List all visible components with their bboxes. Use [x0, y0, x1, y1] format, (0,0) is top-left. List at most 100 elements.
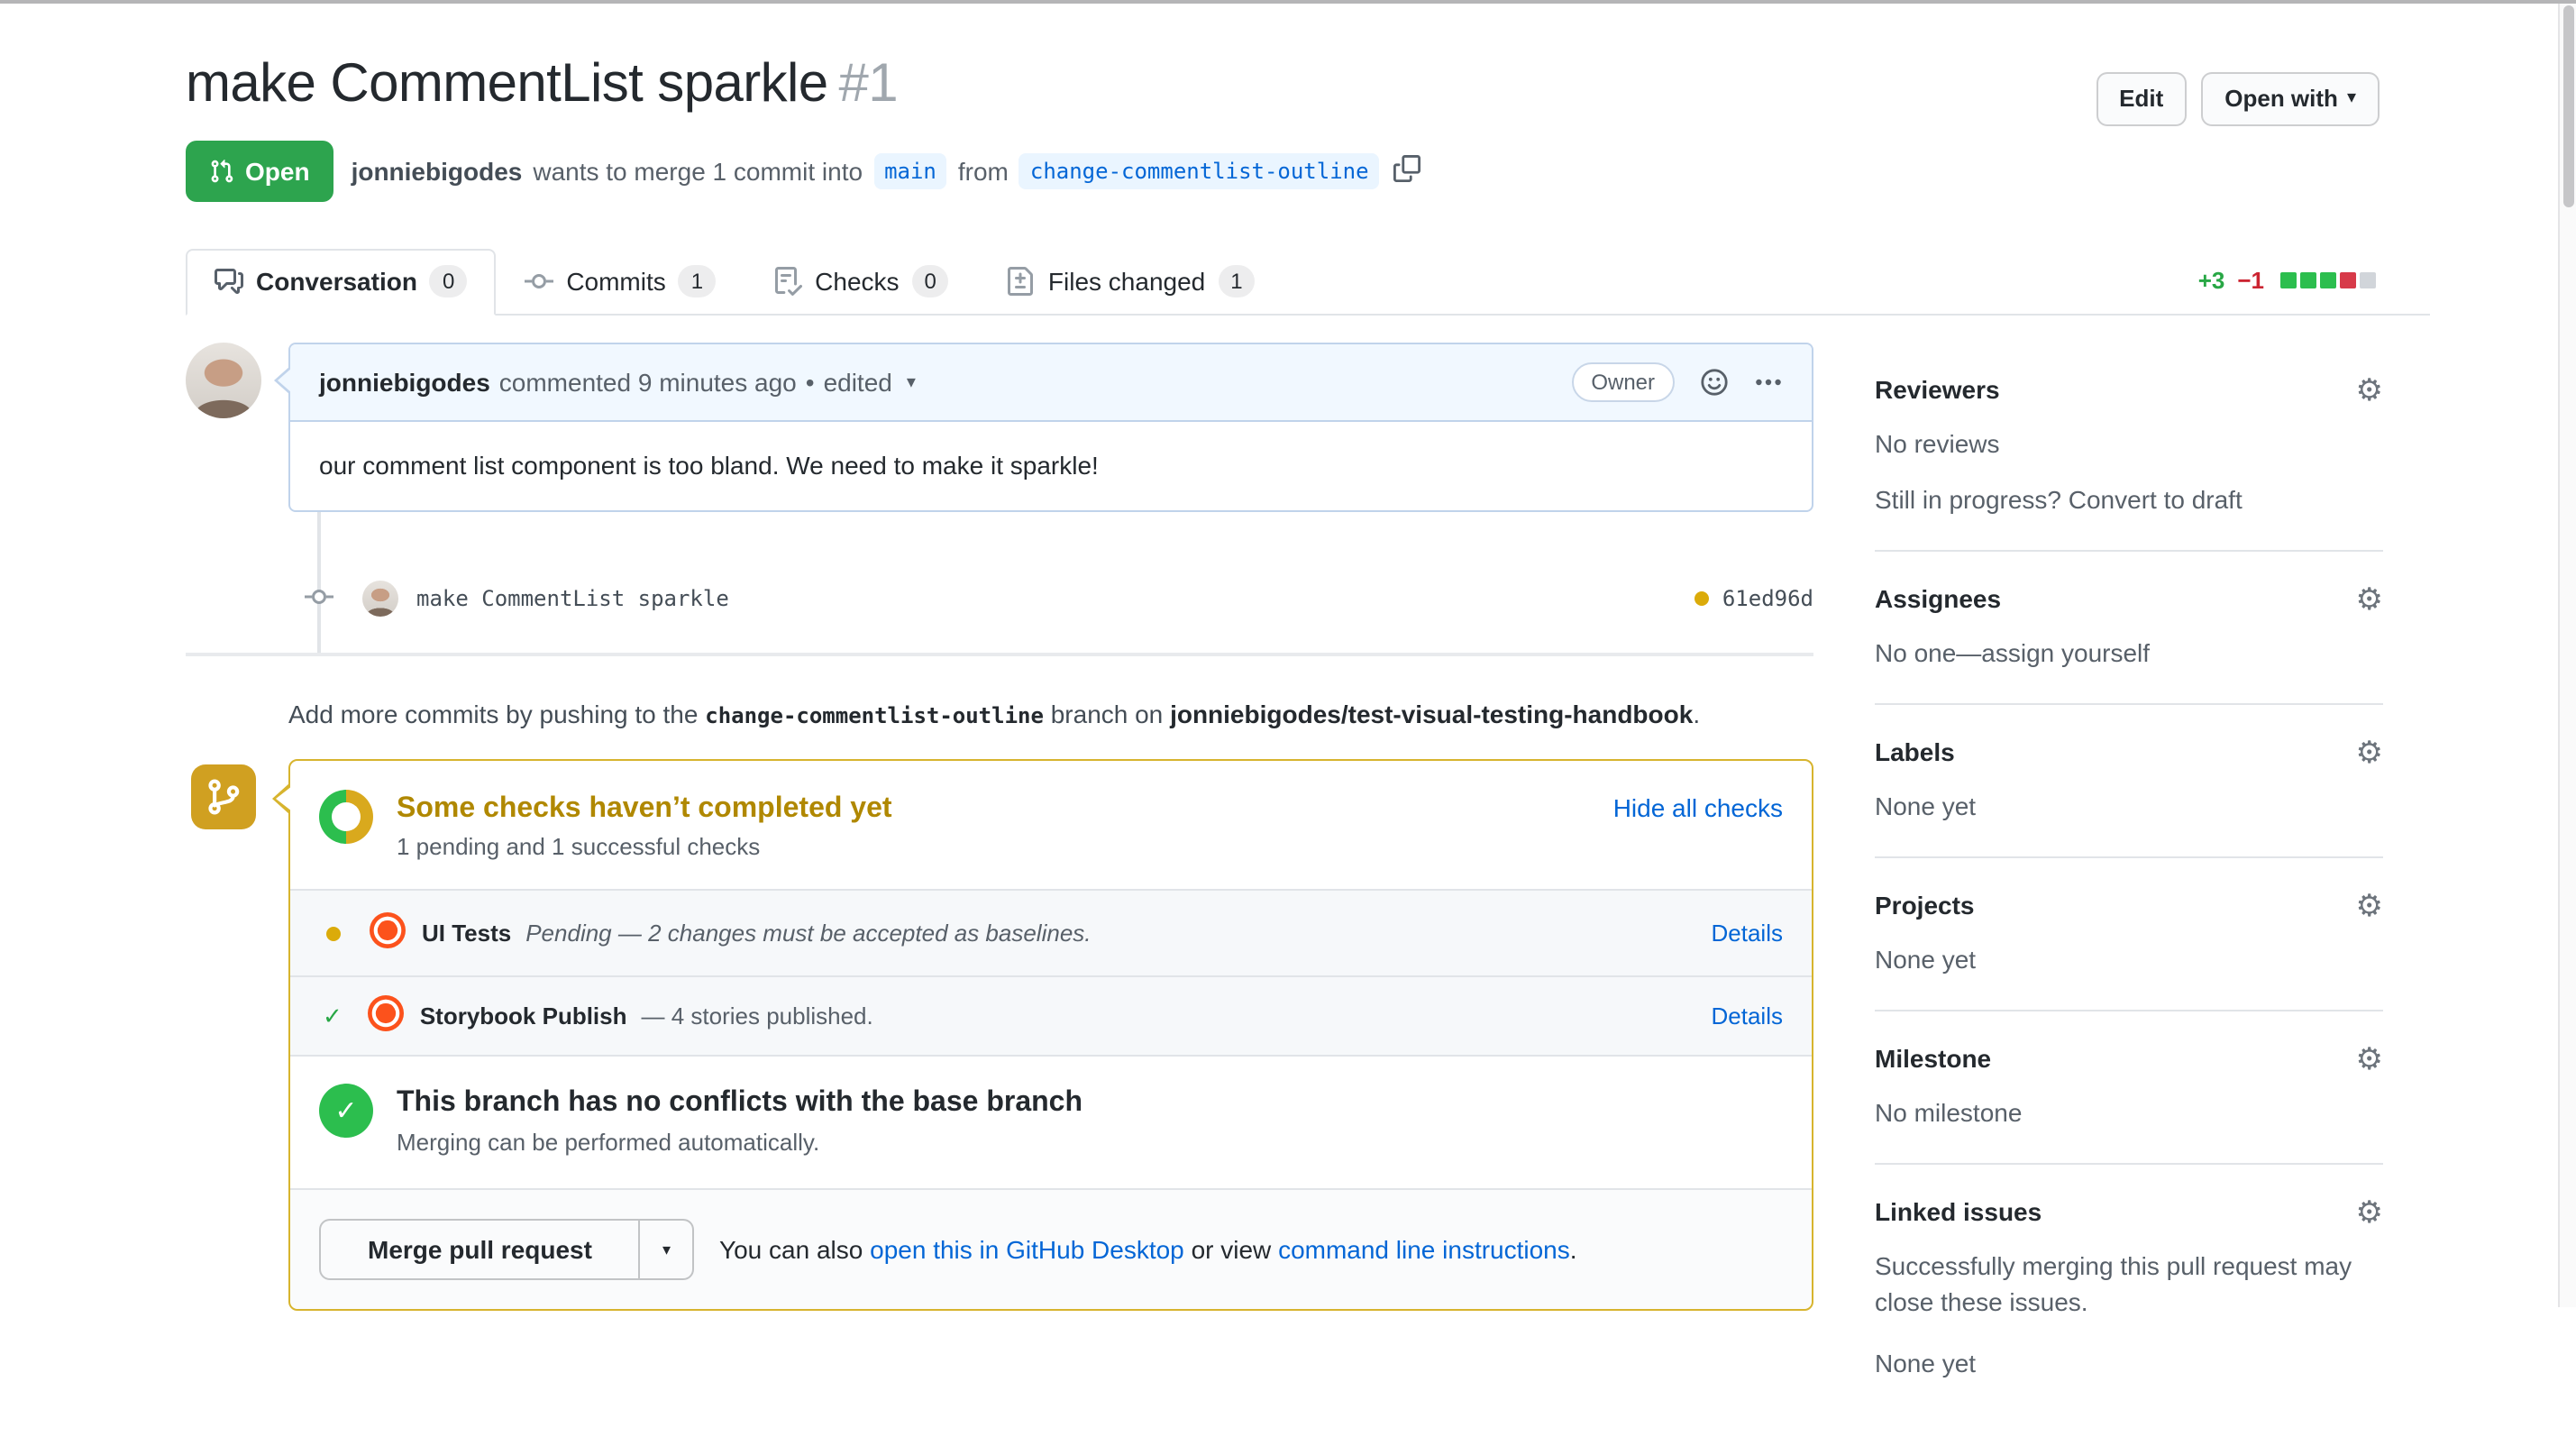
linked-issues-heading: Linked issues	[1875, 1197, 2042, 1226]
git-commit-icon	[525, 274, 554, 288]
pr-meta-row: Open jonniebigodes wants to merge 1 comm…	[186, 141, 1421, 202]
tab-files-label: Files changed	[1047, 267, 1206, 296]
edit-button[interactable]: Edit	[2096, 72, 2188, 126]
comment-caret-fill	[277, 368, 291, 393]
linked-issues-empty-text: None yet	[1875, 1349, 1977, 1377]
merge-button-group: Merge pull request ▾	[319, 1219, 694, 1280]
details-link-ui-tests[interactable]: Details	[1712, 920, 1784, 947]
reviewers-heading: Reviewers	[1875, 375, 2000, 404]
tab-commits-counter: 1	[678, 265, 717, 297]
check-row-ui-tests: UI Tests Pending — 2 changes must be acc…	[290, 889, 1812, 975]
check-glyph: ✓	[334, 1096, 358, 1127]
merge-box-caret-fill	[275, 785, 291, 810]
scrollbar[interactable]	[2558, 0, 2576, 1307]
file-diff-icon	[1008, 267, 1034, 296]
checks-subtitle: 1 pending and 1 successful checks	[397, 833, 761, 860]
pr-sidebar: Reviewers ⚙ No reviews Still in progress…	[1875, 375, 2383, 1446]
checks-progress-donut-icon	[319, 790, 373, 844]
tab-checks-counter: 0	[911, 265, 949, 297]
commit-pending-status-dot[interactable]	[1694, 591, 1710, 606]
pr-title-text: make CommentList sparkle	[186, 54, 828, 114]
push-hint-branch: change-commentlist-outline	[705, 703, 1044, 728]
git-pull-request-icon	[211, 160, 233, 183]
tab-commits[interactable]: Commits 1	[496, 249, 744, 314]
mergeability-title: This branch has no conflicts with the ba…	[397, 1087, 1083, 1118]
linked-issues-gear-icon[interactable]: ⚙	[2356, 1197, 2384, 1228]
sidebar-section-assignees: Assignees ⚙ No one—assign yourself	[1875, 584, 2383, 705]
comment-row: jonniebigodes commented 9 minutes ago • …	[186, 343, 1813, 512]
no-conflicts-check-icon: ✓	[319, 1084, 373, 1138]
check-name: UI Tests	[422, 920, 512, 947]
open-with-button[interactable]: Open with ▾	[2201, 72, 2380, 126]
commit-message-link[interactable]: make CommentList sparkle	[416, 586, 729, 611]
success-check-icon: ✓	[323, 1002, 343, 1029]
tab-conversation[interactable]: Conversation 0	[186, 249, 497, 316]
diffstat: +3 −1	[2198, 267, 2376, 294]
pr-tabnav: Conversation 0 Commits 1 Checks 0 Files …	[186, 249, 2430, 316]
comment-author[interactable]: jonniebigodes	[319, 363, 490, 401]
convert-to-draft-link[interactable]: Still in progress? Convert to draft	[1875, 481, 2383, 517]
commit-author-avatar[interactable]	[362, 581, 398, 617]
push-hint-middle: branch on	[1050, 700, 1164, 728]
edited-label[interactable]: edited	[824, 363, 892, 401]
checks-summary: Some checks haven’t completed yet 1 pend…	[290, 761, 1812, 889]
merge-options-dropdown[interactable]: ▾	[640, 1219, 694, 1280]
hide-all-checks-link[interactable]: Hide all checks	[1613, 790, 1783, 828]
check-name: Storybook Publish	[419, 1002, 627, 1030]
sidebar-heading: Labels ⚙	[1875, 737, 2383, 768]
details-link-storybook[interactable]: Details	[1712, 1002, 1784, 1030]
projects-heading: Projects	[1875, 891, 1975, 920]
sidebar-heading: Reviewers ⚙	[1875, 375, 2383, 406]
base-branch-label[interactable]: main	[873, 153, 947, 189]
chevron-down-icon: ▾	[2346, 88, 2356, 108]
comment-header-actions: Owner	[1571, 362, 1783, 402]
top-edge-line	[0, 0, 2576, 3]
assign-yourself-link[interactable]: No one—assign yourself	[1875, 635, 2383, 671]
cli-instructions-link[interactable]: command line instructions	[1278, 1235, 1570, 1264]
push-hint-prefix: Add more commits by pushing to the	[288, 700, 699, 728]
check-status: — 4 stories published.	[641, 1002, 873, 1030]
pr-title: make CommentList sparkle #1	[186, 54, 899, 115]
sidebar-section-reviewers: Reviewers ⚙ No reviews Still in progress…	[1875, 375, 2383, 552]
diff-block-added	[2280, 272, 2297, 288]
merge-caption-middle: or view	[1191, 1235, 1272, 1264]
checks-titles: Some checks haven’t completed yet 1 pend…	[397, 790, 892, 860]
sidebar-section-labels: Labels ⚙ None yet	[1875, 737, 2383, 858]
reviewers-gear-icon[interactable]: ⚙	[2356, 375, 2384, 406]
diffstat-additions: +3	[2197, 267, 2225, 294]
scrollbar-thumb[interactable]	[2562, 5, 2573, 207]
comment-meta: jonniebigodes commented 9 minutes ago • …	[319, 363, 916, 401]
pending-status-dot	[326, 926, 341, 940]
assignees-heading: Assignees	[1875, 584, 2002, 613]
merge-pull-request-button[interactable]: Merge pull request	[319, 1219, 641, 1280]
author-name[interactable]: jonniebigodes	[352, 157, 523, 186]
github-pr-page: make CommentList sparkle #1 Edit Open wit…	[0, 0, 2576, 1377]
edited-dropdown-icon[interactable]: ▾	[907, 363, 916, 401]
github-desktop-link[interactable]: open this in GitHub Desktop	[870, 1235, 1184, 1264]
commit-sha-link[interactable]: 61ed96d	[1722, 586, 1813, 611]
comment-box: jonniebigodes commented 9 minutes ago • …	[274, 343, 1813, 512]
comment-timestamp[interactable]: commented 9 minutes ago	[499, 363, 797, 401]
milestone-gear-icon[interactable]: ⚙	[2356, 1044, 2384, 1075]
merge-caption-prefix: You can also	[719, 1235, 863, 1264]
assignees-gear-icon[interactable]: ⚙	[2356, 584, 2384, 615]
head-branch-label[interactable]: change-commentlist-outline	[1019, 153, 1380, 189]
open-with-label: Open with	[2224, 85, 2338, 112]
pr-state-label: Open	[245, 157, 310, 186]
tab-files-changed[interactable]: Files changed 1	[978, 249, 1284, 314]
avatar[interactable]	[186, 343, 261, 418]
copy-branch-icon[interactable]	[1393, 155, 1421, 188]
sidebar-section-milestone: Milestone ⚙ No milestone	[1875, 1044, 2383, 1165]
commit-status-and-sha: 61ed96d	[1694, 586, 1813, 611]
labels-gear-icon[interactable]: ⚙	[2356, 737, 2384, 768]
tab-checks[interactable]: Checks 0	[744, 249, 978, 314]
diff-block-deleted	[2340, 272, 2356, 288]
projects-gear-icon[interactable]: ⚙	[2356, 891, 2384, 921]
kebab-menu-icon[interactable]	[1754, 368, 1783, 397]
chromatic-logo-icon	[370, 912, 406, 954]
milestone-heading: Milestone	[1875, 1044, 1992, 1073]
merge-caption-suffix: .	[1569, 1235, 1577, 1264]
meta-separator: •	[805, 367, 815, 396]
emoji-reaction-icon[interactable]	[1700, 368, 1729, 397]
diffstat-blocks	[2280, 272, 2376, 288]
